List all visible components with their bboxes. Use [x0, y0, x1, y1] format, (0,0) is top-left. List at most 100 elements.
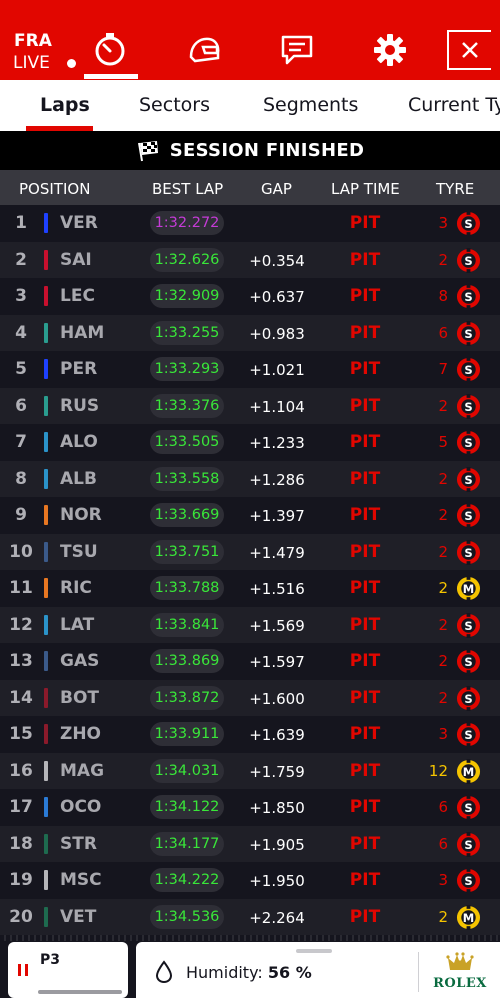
gap-to-leader: +2.264	[249, 908, 305, 927]
table-row[interactable]: 7 ALO 1:33.505 +1.233 PIT 5 S	[0, 424, 500, 461]
table-row[interactable]: 15 ZHO 1:33.911 +1.639 PIT 3 S	[0, 716, 500, 753]
tyre-compound-icon: S	[456, 466, 481, 492]
tyre-compound-icon: M	[456, 576, 481, 601]
best-lap-time: 1:33.255	[150, 320, 224, 345]
team-color-bar	[44, 870, 48, 890]
driver-code: TSU	[60, 541, 98, 562]
table-row[interactable]: 16 MAG 1:34.031 +1.759 PIT 12 M	[0, 752, 500, 789]
team-color-bar	[44, 724, 48, 744]
table-row[interactable]: 14 BOT 1:33.872 +1.600 PIT 2 S	[0, 679, 500, 716]
table-row[interactable]: 9 NOR 1:33.669 +1.397 PIT 2 S	[0, 497, 500, 534]
position: 10	[9, 541, 33, 562]
session-card[interactable]: P3	[8, 942, 128, 998]
position: 1	[15, 213, 27, 233]
humidity-label: Humidity:	[186, 963, 263, 982]
tyre-compound-letter: S	[464, 837, 472, 851]
team-color-bar	[44, 359, 48, 379]
gear-icon[interactable]	[370, 30, 410, 70]
table-row[interactable]: 12 LAT 1:33.841 +1.569 PIT 2 S	[0, 606, 500, 643]
team-color-bar	[44, 797, 48, 817]
divider	[418, 952, 419, 992]
close-button[interactable]	[447, 30, 491, 70]
best-lap-time: 1:33.293	[150, 357, 224, 381]
team-color-bar	[44, 614, 48, 635]
humidity-readout: Humidity: 56 %	[186, 963, 312, 982]
table-row[interactable]: 1 VER 1:32.272 PIT 3 S	[0, 205, 500, 242]
weather-card[interactable]: Humidity: 56 % ROLEX	[136, 942, 500, 998]
table-header: POSITION BEST LAP GAP LAP TIME TYRE	[0, 170, 500, 205]
last-lap-status: PIT	[349, 468, 381, 489]
water-drop-icon	[155, 960, 173, 984]
driver-code: RUS	[60, 395, 100, 416]
last-lap-status: PIT	[349, 760, 381, 781]
table-row[interactable]: 13 GAS 1:33.869 +1.597 PIT 2 S	[0, 643, 500, 680]
table-row[interactable]: 20 VET 1:34.536 +2.264 PIT 2 M	[0, 898, 500, 935]
gap-to-leader: +0.983	[249, 324, 305, 343]
last-lap-status: PIT	[349, 505, 381, 525]
driver-code: PER	[60, 359, 98, 379]
table-row[interactable]: 8 ALB 1:33.558 +1.286 PIT 2 S	[0, 460, 500, 497]
close-icon	[462, 42, 478, 58]
tyre-age: 6	[438, 834, 448, 853]
tyre-compound-icon: S	[456, 247, 481, 273]
tyre-compound-icon: S	[456, 685, 481, 711]
gap-to-leader: +1.516	[249, 580, 305, 598]
tyre-compound-icon: M	[456, 758, 481, 784]
best-lap-time: 1:33.669	[150, 503, 224, 527]
chat-icon[interactable]	[277, 30, 317, 70]
tab-sectors[interactable]: Sectors	[139, 94, 210, 116]
tyre-compound-icon: S	[456, 320, 481, 346]
table-row[interactable]: 5 PER 1:33.293 +1.021 PIT 7 S	[0, 351, 500, 388]
last-lap-status: PIT	[349, 906, 381, 927]
drag-handle[interactable]	[296, 949, 332, 953]
gap-to-leader: +1.104	[249, 397, 305, 416]
tyre-age: 2	[438, 396, 448, 415]
tyre-compound-letter: S	[464, 436, 472, 450]
best-lap-time: 1:34.031	[150, 758, 224, 783]
driver-code: SAI	[60, 249, 92, 270]
team-color-bar	[44, 833, 48, 854]
tab-laps[interactable]: Laps	[40, 94, 90, 116]
table-row[interactable]: 10 TSU 1:33.751 +1.479 PIT 2 S	[0, 533, 500, 570]
last-lap-status: PIT	[349, 541, 381, 562]
position: 7	[15, 432, 27, 452]
position: 20	[9, 906, 33, 927]
timer-icon[interactable]	[90, 30, 130, 70]
table-row[interactable]: 4 HAM 1:33.255 +0.983 PIT 6 S	[0, 314, 500, 351]
tyre-age: 2	[438, 469, 448, 488]
session-badge: P3	[40, 952, 61, 968]
tyre-compound-letter: S	[464, 509, 472, 523]
sponsor-name: ROLEX	[433, 976, 487, 991]
team-color-bar	[44, 687, 48, 708]
table-row[interactable]: 11 RIC 1:33.788 +1.516 PIT 2 M	[0, 570, 500, 607]
panel-grip	[0, 935, 500, 941]
tab-segments[interactable]: Segments	[263, 94, 358, 116]
last-lap-status: PIT	[349, 833, 381, 854]
standings-table: 1 VER 1:32.272 PIT 3 S 2 SAI 1:32.626 +0.354 PIT 2 S…	[0, 205, 500, 935]
tyre-age: 5	[438, 433, 448, 451]
live-dot-icon	[67, 59, 76, 68]
table-row[interactable]: 17 OCO 1:34.122 +1.850 PIT 6 S	[0, 789, 500, 826]
team-color-bar	[44, 468, 48, 489]
gap-to-leader: +1.850	[249, 799, 305, 817]
gap-to-leader: +1.759	[249, 762, 305, 781]
best-lap-time: 1:33.788	[150, 576, 224, 600]
table-row[interactable]: 2 SAI 1:32.626 +0.354 PIT 2 S	[0, 241, 500, 278]
helmet-icon[interactable]	[184, 30, 224, 70]
table-row[interactable]: 3 LEC 1:32.909 +0.637 PIT 8 S	[0, 278, 500, 315]
tab-current-tyre[interactable]: Current Tyre	[408, 94, 500, 116]
gap-to-leader: +1.569	[249, 616, 305, 635]
table-row[interactable]: 19 MSC 1:34.222 +1.950 PIT 3 S	[0, 862, 500, 899]
gap-to-leader: +0.637	[249, 288, 305, 306]
tyre-compound-letter: S	[464, 399, 472, 413]
table-row[interactable]: 18 STR 1:34.177 +1.905 PIT 6 S	[0, 825, 500, 862]
table-row[interactable]: 6 RUS 1:33.376 +1.104 PIT 2 S	[0, 387, 500, 424]
chequered-flag-icon	[137, 140, 158, 161]
header-tyre: TYRE	[436, 180, 475, 198]
last-lap-status: PIT	[349, 286, 381, 306]
position: 2	[15, 249, 27, 270]
position: 9	[15, 505, 27, 525]
last-lap-status: PIT	[349, 797, 381, 817]
tyre-compound-letter: S	[464, 728, 472, 742]
best-lap-time: 1:33.869	[150, 649, 224, 673]
